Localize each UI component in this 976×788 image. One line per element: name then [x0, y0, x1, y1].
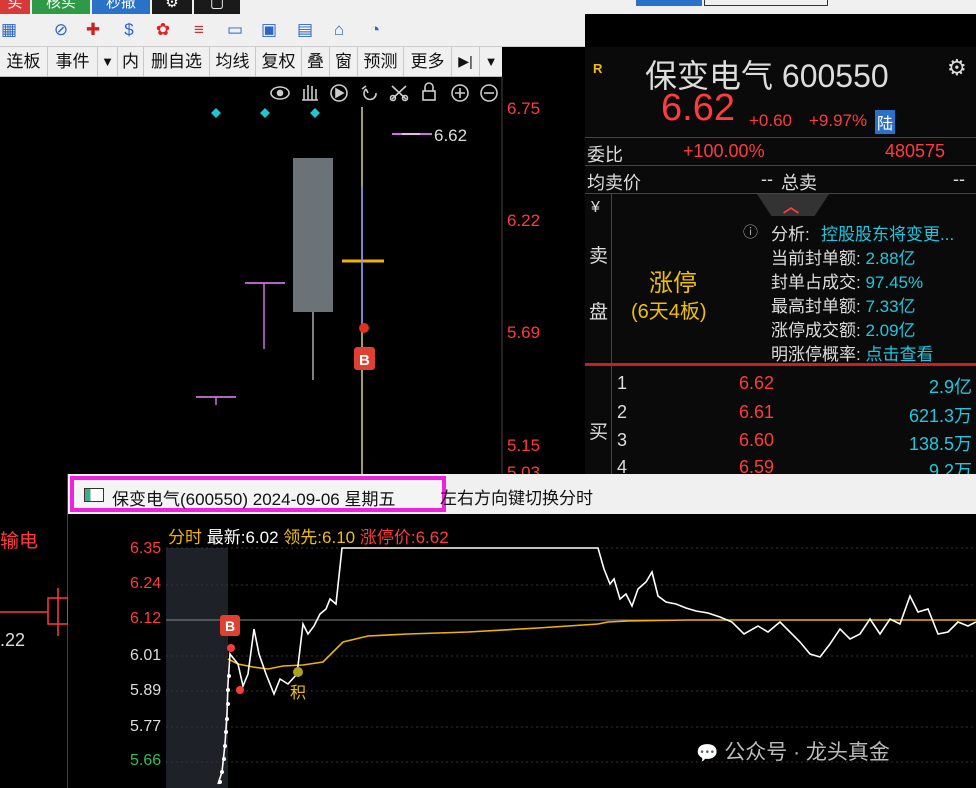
- expand-right-button[interactable]: ▶|: [452, 47, 480, 76]
- dollar-icon[interactable]: $: [116, 17, 142, 43]
- price-change: +0.60: [749, 111, 793, 130]
- verify-buy-button[interactable]: 核买: [32, 0, 90, 14]
- scissors-icon[interactable]: [391, 85, 407, 100]
- stat-row-1: 当前封单额: 2.88亿: [771, 249, 916, 268]
- stat-row-4: 涨停成交额: 2.09亿: [771, 321, 916, 340]
- weibi-count: 480575: [885, 141, 946, 161]
- mini-candle: [0, 588, 68, 636]
- avg-sell-label: 均卖价: [587, 173, 641, 193]
- dropdown-arrow[interactable]: ▼: [98, 47, 118, 76]
- chart-window-icon: [84, 488, 104, 502]
- no-entry-icon[interactable]: ⊘: [48, 17, 74, 43]
- tab-window[interactable]: 窗: [330, 47, 358, 76]
- kline-svg: 6.62 B: [196, 77, 503, 474]
- intraday-y-1: 6.35: [130, 540, 162, 557]
- tab-ma[interactable]: 均线: [210, 47, 256, 76]
- settings-gear-icon[interactable]: ⚙: [947, 55, 967, 81]
- limit-up-title: 涨停: [649, 270, 697, 297]
- stat-row-3: 最高封单额: 7.33亿: [771, 297, 916, 316]
- price-label-4: 5.15: [507, 436, 541, 455]
- intraday-y-7: 5.66: [130, 752, 162, 769]
- analysis-link[interactable]: 控股股东将变更...: [821, 220, 954, 245]
- stat-row-5[interactable]: 明涨停概率: 点击查看: [771, 340, 933, 365]
- pie-icon[interactable]: ◔: [362, 17, 388, 43]
- limit-up-sub: (6天4板): [631, 301, 707, 323]
- analysis-label: 分析:: [771, 225, 810, 244]
- sell-label-2: 盘: [589, 302, 609, 323]
- lower-left-value: .22: [0, 630, 26, 650]
- chevron-up-icon[interactable]: ︿: [783, 193, 799, 217]
- home-icon[interactable]: ⌂: [326, 17, 352, 43]
- total-sell-value: --: [953, 169, 965, 189]
- tab-more[interactable]: 更多: [404, 47, 452, 76]
- intraday-y-6: 5.77: [130, 718, 162, 735]
- price-label-3: 5.69: [507, 323, 541, 342]
- cancel-order-button[interactable]: 秒撤: [92, 0, 150, 14]
- price-label-2: 6.22: [507, 211, 541, 230]
- settings-icon[interactable]: ⚙: [152, 0, 192, 14]
- intraday-y-3: 6.12: [130, 610, 162, 627]
- weibi-label: 委比: [587, 145, 623, 165]
- lower-left-panel: 输电 .22: [0, 474, 68, 788]
- buy-side-label: 买: [589, 422, 609, 443]
- last-price: 6.62: [661, 87, 735, 129]
- us-flag-icon[interactable]: ≡: [186, 17, 212, 43]
- quote-panel: R 保变电气 600550 ⚙ 6.62 +0.60 +9.97% 陆 委比 +…: [585, 47, 976, 481]
- last-price-tag: 6.62: [434, 126, 467, 145]
- window-list-icon[interactable]: ▤: [292, 17, 318, 43]
- window-icon[interactable]: ▢: [194, 0, 240, 14]
- kline-chart[interactable]: 6.62 B 6.75 6.22 5.69 5.15 5.03: [0, 77, 585, 482]
- svg-text:B: B: [359, 352, 370, 369]
- tab-overlay[interactable]: 叠: [302, 47, 330, 76]
- undo-icon[interactable]: [361, 85, 377, 101]
- hand-icon[interactable]: [302, 85, 318, 101]
- info-icon: ⓘ: [743, 224, 759, 241]
- intraday-y-4: 6.01: [130, 647, 162, 664]
- top-input-field[interactable]: [636, 0, 702, 6]
- intraday-window-title: 保变电气(600550) 2024-09-06 星期五: [112, 490, 396, 509]
- tab-predict[interactable]: 预测: [358, 47, 404, 76]
- wechat-icon: 💬: [696, 743, 719, 763]
- grid-icon[interactable]: ▦: [0, 17, 18, 43]
- lock-icon[interactable]: [422, 90, 436, 101]
- intraday-y-2: 6.24: [130, 575, 162, 592]
- intraday-chart[interactable]: 分时 最新:6.02 领先:6.10 涨停价:6.62 B 积 6.35 6.2…: [68, 514, 976, 788]
- accumulate-marker: [293, 667, 303, 677]
- avg-sell-value: --: [761, 169, 773, 189]
- tab-adjust[interactable]: 复权: [256, 47, 302, 76]
- sell-label-1: 卖: [589, 246, 609, 267]
- svg-text:积: 积: [290, 684, 306, 702]
- icon-toolbar: ▦ ⊘ ✚ $ ✿ ≡ ▭ ▣ ▤ ⌂ ◔: [0, 14, 585, 47]
- dropdown-arrow-2[interactable]: ▼: [480, 47, 502, 76]
- watermark: 💬 公众号 · 龙头真金: [696, 741, 890, 764]
- market-tag: 陆: [875, 110, 896, 134]
- intraday-y-5: 5.89: [130, 682, 162, 699]
- lower-left-label: 输电: [0, 531, 39, 552]
- svg-text:B: B: [225, 618, 235, 634]
- screenshot-icon[interactable]: ▣: [256, 17, 282, 43]
- candle-body: [293, 158, 333, 312]
- stat-row-2: 封单占成交: 97.45%: [771, 273, 924, 292]
- intraday-title-bar: 保变电气(600550) 2024-09-06 星期五 左右方向键切换分时: [68, 474, 976, 514]
- tab-inner[interactable]: 内: [118, 47, 144, 76]
- brand-logo: R: [593, 61, 603, 76]
- uk-flag-icon[interactable]: ✚: [80, 17, 106, 43]
- price-label-1: 6.75: [507, 99, 541, 118]
- top-field-2[interactable]: [704, 0, 828, 6]
- tab-lianban[interactable]: 连板: [0, 47, 48, 76]
- hk-flag-icon[interactable]: ✿: [150, 17, 176, 43]
- tab-events[interactable]: 事件: [48, 47, 98, 76]
- intraday-hint: 左右方向键切换分时: [440, 489, 593, 508]
- weibi-value: +100.00%: [683, 141, 765, 161]
- total-sell-label: 总卖: [781, 173, 817, 193]
- price-change-pct: +9.97%: [809, 111, 868, 130]
- yen-icon: ¥: [591, 199, 600, 216]
- monitor-icon[interactable]: ▭: [222, 17, 248, 43]
- intraday-window-title-box[interactable]: 保变电气(600550) 2024-09-06 星期五: [70, 476, 446, 512]
- tab-delete-watchlist[interactable]: 删自选: [144, 47, 210, 76]
- top-action-bar: 买 核买 秒撤 ⚙ ▢: [0, 0, 976, 14]
- buy-button[interactable]: 买: [0, 0, 30, 14]
- kline-toolbar: 连板 事件 ▼ 内 删自选 均线 复权 叠 窗 预测 更多 ▶| ▼: [0, 47, 502, 77]
